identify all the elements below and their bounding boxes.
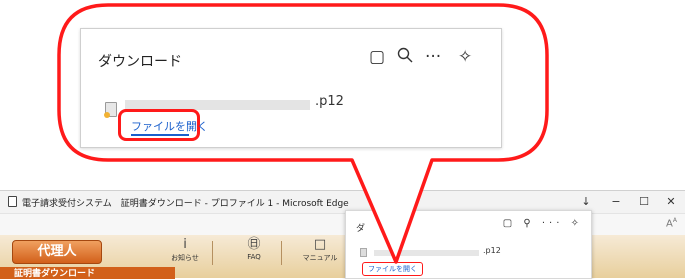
open-file-link[interactable]: ファイルを開く (131, 118, 208, 134)
search-icon[interactable] (397, 47, 413, 68)
more-icon[interactable]: ··· (425, 47, 441, 67)
link-underline (131, 134, 189, 136)
file-icon (104, 102, 117, 118)
download-panel-title: ダウンロード (98, 54, 182, 70)
download-panel-zoomed: ダウンロード ▢ ··· ✧ .p12 ファイルを開く (80, 28, 502, 148)
open-file-highlight[interactable]: ファイルを開く (118, 109, 208, 141)
folder-icon[interactable]: ▢ (369, 47, 385, 67)
file-extension: .p12 (315, 94, 344, 109)
pin-icon[interactable]: ✧ (458, 47, 472, 67)
